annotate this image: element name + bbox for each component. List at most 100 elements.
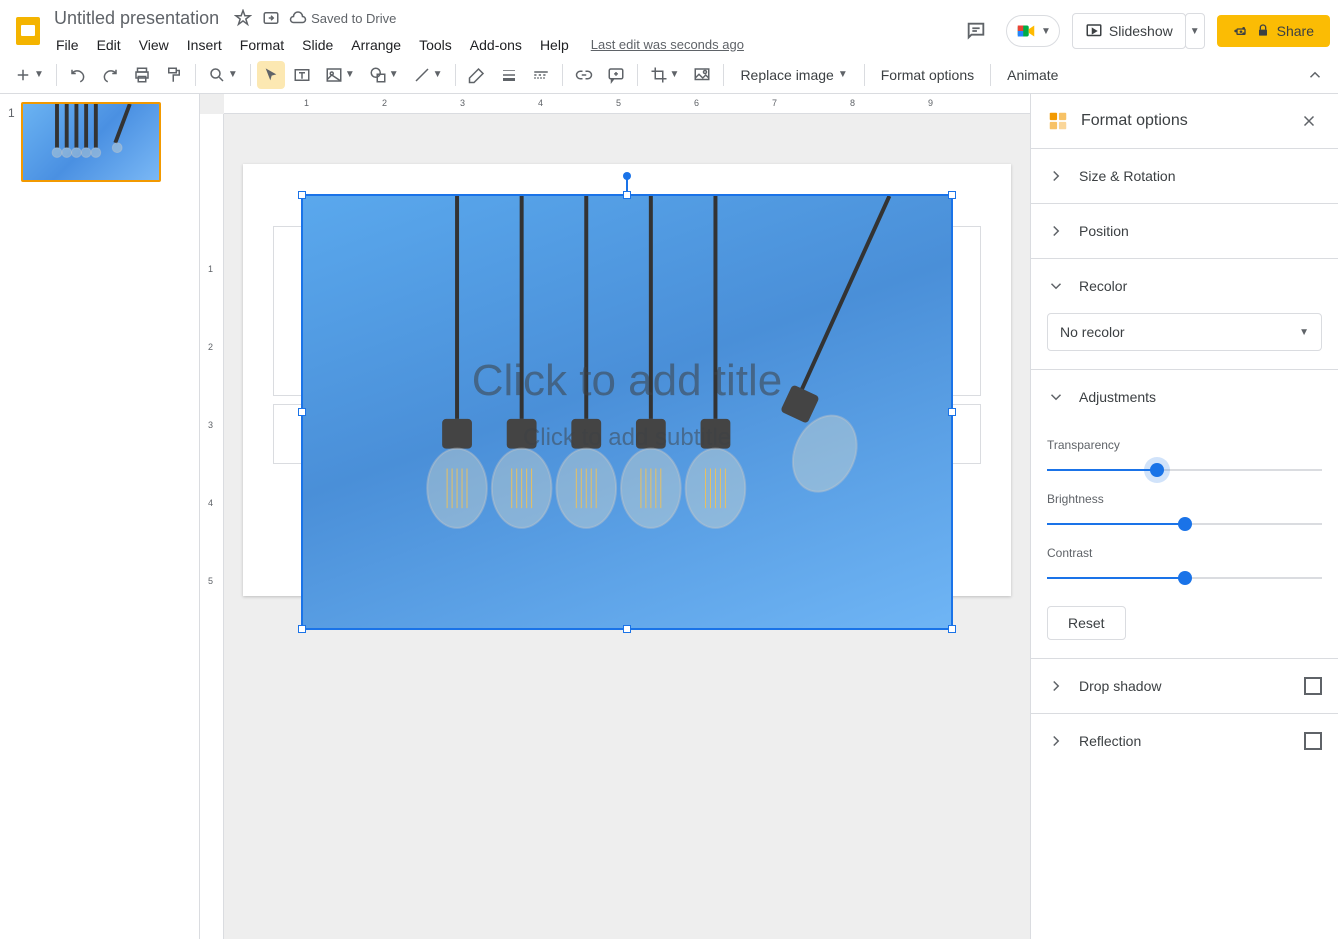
subtitle-placeholder-text: Click to add subtitle (303, 424, 951, 452)
crop-button[interactable]: ▼ (644, 61, 686, 89)
border-weight-button[interactable] (494, 61, 524, 89)
menu-edit[interactable]: Edit (89, 33, 129, 57)
svg-text:3: 3 (460, 98, 465, 108)
svg-text:6: 6 (694, 98, 699, 108)
svg-text:1: 1 (304, 98, 309, 108)
image-tool[interactable]: ▼ (319, 61, 361, 89)
resize-handle-tr[interactable] (948, 191, 956, 199)
position-section[interactable]: Position (1031, 204, 1338, 258)
new-slide-button[interactable]: ▼ (8, 61, 50, 89)
border-dash-button[interactable] (526, 61, 556, 89)
menu-addons[interactable]: Add-ons (462, 33, 530, 57)
star-icon[interactable] (233, 8, 253, 28)
select-tool[interactable] (257, 61, 285, 89)
recolor-section[interactable]: Recolor (1031, 259, 1338, 313)
contrast-label: Contrast (1047, 546, 1322, 560)
print-button[interactable] (127, 61, 157, 89)
reset-button[interactable]: Reset (1047, 606, 1126, 640)
menu-view[interactable]: View (131, 33, 177, 57)
slides-logo[interactable] (8, 11, 48, 51)
vertical-ruler: 1 2 3 4 5 (200, 114, 224, 939)
animate-button[interactable]: Animate (997, 61, 1068, 89)
menu-format[interactable]: Format (232, 33, 292, 57)
replace-image-button[interactable]: Replace image▼ (730, 61, 857, 89)
svg-text:5: 5 (208, 576, 213, 586)
line-tool[interactable]: ▼ (407, 61, 449, 89)
adjustments-section[interactable]: Adjustments (1031, 370, 1338, 424)
zoom-button[interactable]: ▼ (202, 61, 244, 89)
paint-format-button[interactable] (159, 61, 189, 89)
border-color-button[interactable] (462, 61, 492, 89)
svg-text:3: 3 (208, 420, 213, 430)
reflection-section[interactable]: Reflection (1031, 714, 1338, 768)
shape-tool[interactable]: ▼ (363, 61, 405, 89)
textbox-tool[interactable] (287, 61, 317, 89)
doc-title[interactable]: Untitled presentation (48, 6, 225, 31)
rotate-handle[interactable] (623, 172, 631, 180)
resize-handle-mr[interactable] (948, 408, 956, 416)
resize-handle-tl[interactable] (298, 191, 306, 199)
comments-icon[interactable] (958, 13, 994, 49)
comment-button[interactable] (601, 61, 631, 89)
resize-handle-bl[interactable] (298, 625, 306, 633)
slide[interactable]: Click to add title Click to add subtitle (243, 164, 1011, 596)
move-icon[interactable] (261, 8, 281, 28)
menu-file[interactable]: File (48, 33, 87, 57)
share-button[interactable]: Share (1217, 15, 1330, 47)
slide-thumbnail[interactable] (21, 102, 161, 182)
toolbar: ▼ ▼ ▼ ▼ ▼ ▼ Replace image▼ Format option… (0, 56, 1338, 94)
horizontal-ruler: 123 456 789 (224, 94, 1030, 114)
menu-bar: File Edit View Insert Format Slide Arran… (48, 31, 958, 57)
brightness-label: Brightness (1047, 492, 1322, 506)
drop-shadow-checkbox[interactable] (1304, 677, 1322, 695)
filmstrip: 1 (0, 94, 200, 939)
resize-handle-bm[interactable] (623, 625, 631, 633)
cloud-save-status[interactable]: Saved to Drive (289, 9, 396, 27)
menu-slide[interactable]: Slide (294, 33, 341, 57)
link-button[interactable] (569, 61, 599, 89)
svg-text:9: 9 (928, 98, 933, 108)
recolor-select[interactable]: No recolor ▼ (1047, 313, 1322, 351)
svg-text:2: 2 (208, 342, 213, 352)
format-options-sidebar: Format options Size & Rotation Position … (1030, 94, 1338, 939)
svg-text:4: 4 (208, 498, 213, 508)
svg-text:5: 5 (616, 98, 621, 108)
resize-handle-tm[interactable] (623, 191, 631, 199)
last-edit-link[interactable]: Last edit was seconds ago (591, 37, 744, 52)
svg-text:2: 2 (382, 98, 387, 108)
menu-insert[interactable]: Insert (179, 33, 230, 57)
title-placeholder-text: Click to add title (303, 356, 951, 406)
contrast-slider[interactable] (1047, 570, 1322, 586)
format-options-button[interactable]: Format options (871, 61, 984, 89)
resize-handle-br[interactable] (948, 625, 956, 633)
menu-arrange[interactable]: Arrange (343, 33, 409, 57)
reflection-checkbox[interactable] (1304, 732, 1322, 750)
redo-button[interactable] (95, 61, 125, 89)
transparency-slider[interactable] (1047, 462, 1322, 478)
chevron-right-icon (1047, 732, 1065, 750)
svg-text:4: 4 (538, 98, 543, 108)
slideshow-button[interactable]: Slideshow (1072, 13, 1186, 49)
canvas-area[interactable]: 123 456 789 123 45 (200, 94, 1030, 939)
menu-help[interactable]: Help (532, 33, 577, 57)
menu-tools[interactable]: Tools (411, 33, 460, 57)
chevron-right-icon (1047, 167, 1065, 185)
brightness-slider[interactable] (1047, 516, 1322, 532)
resize-handle-ml[interactable] (298, 408, 306, 416)
collapse-toolbar-button[interactable] (1300, 61, 1330, 89)
chevron-down-icon (1047, 388, 1065, 406)
mask-button[interactable] (687, 61, 717, 89)
transparency-label: Transparency (1047, 438, 1322, 452)
close-sidebar-button[interactable] (1296, 108, 1322, 134)
chevron-down-icon (1047, 277, 1065, 295)
drop-shadow-section[interactable]: Drop shadow (1031, 659, 1338, 713)
chevron-down-icon: ▼ (1299, 327, 1309, 338)
sidebar-title: Format options (1081, 112, 1284, 130)
meet-button[interactable]: ▼ (1006, 15, 1060, 47)
slideshow-dropdown[interactable]: ▼ (1185, 13, 1205, 49)
undo-button[interactable] (63, 61, 93, 89)
chevron-right-icon (1047, 677, 1065, 695)
selected-image[interactable]: Click to add title Click to add subtitle (301, 194, 953, 630)
size-rotation-section[interactable]: Size & Rotation (1031, 149, 1338, 203)
svg-text:1: 1 (208, 264, 213, 274)
